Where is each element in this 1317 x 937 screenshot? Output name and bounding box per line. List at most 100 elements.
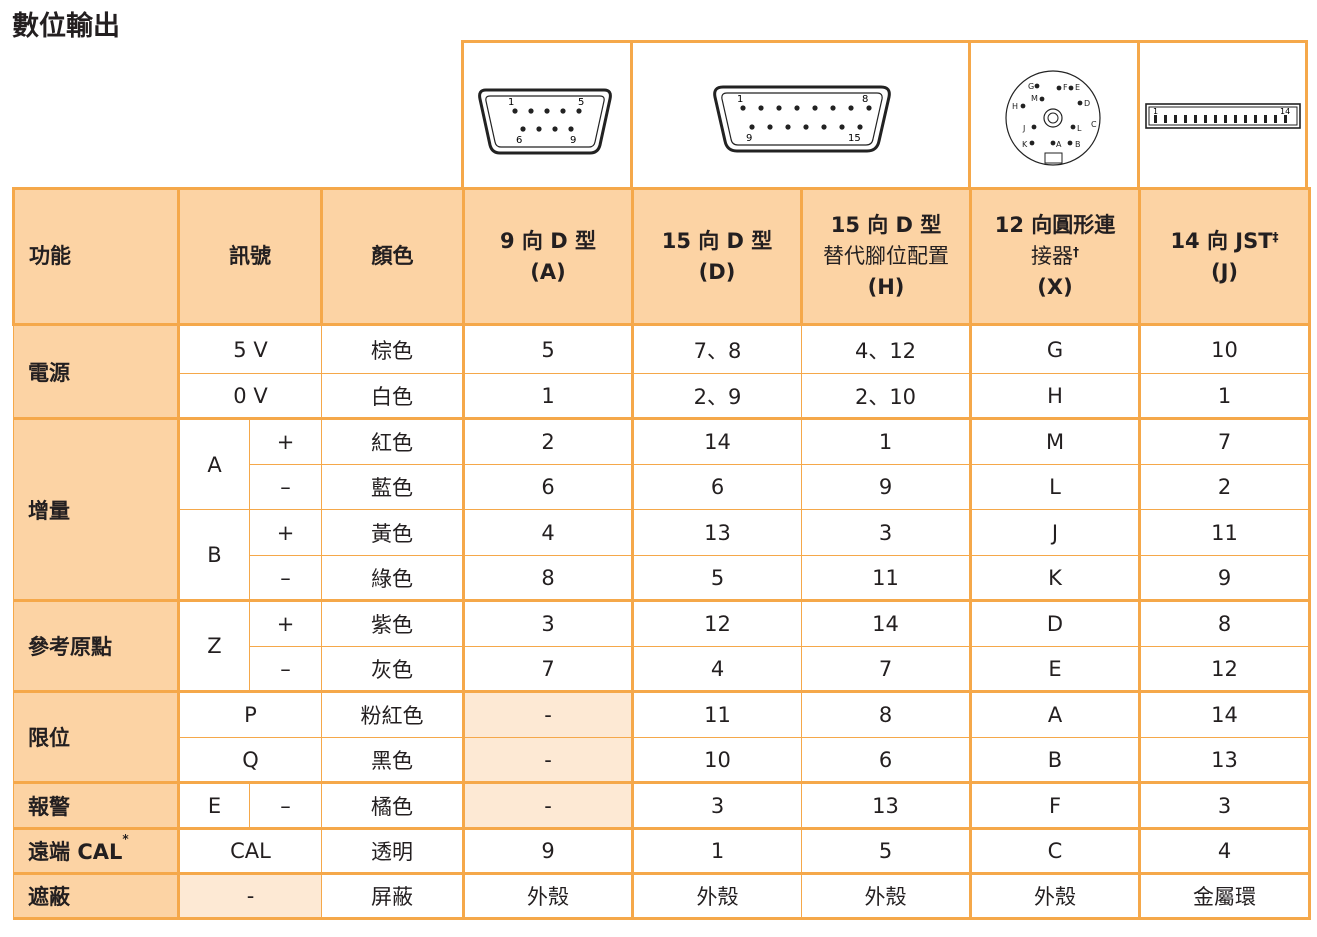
pin-h-cell: 1: [801, 417, 972, 465]
pin-a-cell: -: [463, 737, 634, 783]
connector-a-pin9: 9: [570, 135, 576, 146]
pin-a-cell: 3: [463, 599, 634, 647]
func-remote-cal-bold: CAL: [77, 840, 123, 864]
polarity-cell: +: [249, 417, 322, 465]
pin-j-cell: 金屬環: [1139, 872, 1311, 920]
connector-a-illustration: 1 5 6 9: [461, 40, 633, 187]
table-row: 遮蔽 - 屏蔽 外殼 外殼 外殼 外殼 金屬環: [13, 872, 1311, 920]
header-col-d-line1: 15 向 D 型: [661, 228, 773, 253]
connector-d-illustration: 1 8 9 15: [630, 40, 971, 187]
color-cell: 透明: [321, 827, 465, 874]
connector-d-pin1: 1: [737, 94, 743, 105]
pin-a-cell: 外殼: [463, 872, 634, 920]
pin-d-cell: 2、9: [632, 373, 802, 419]
connector-x-illustration: G F E M D H L C J K A B: [968, 40, 1140, 187]
pin-a-cell: 5: [463, 323, 634, 374]
connector-x-pin-e: E: [1075, 83, 1080, 92]
pin-x-cell: B: [970, 737, 1141, 783]
func-remote-cal-label: 遠端: [28, 840, 78, 864]
table-row: Q 黑色 - 10 6 B 13: [14, 737, 1311, 783]
pin-j-cell: 8: [1139, 599, 1311, 647]
connector-d-pin9: 9: [746, 133, 752, 144]
pin-x-cell: 外殼: [970, 872, 1141, 920]
polarity-cell: –: [249, 781, 322, 829]
polarity-cell: –: [249, 555, 322, 601]
connector-j-illustration: 1 14: [1137, 40, 1308, 187]
signal-cell: 0 V: [178, 373, 322, 419]
connector-a-pin5: 5: [578, 97, 584, 108]
pin-a-cell: 8: [463, 555, 634, 601]
header-col-j-line1: 14 向 JST: [1170, 228, 1273, 253]
func-alarm: 報警: [13, 781, 180, 829]
func-power: 電源: [13, 323, 180, 419]
polarity-cell: +: [249, 599, 322, 647]
table-row: 電源 5 V 棕色 5 7、8 4、12 G 10: [13, 323, 1311, 419]
pin-h-cell: 4、12: [801, 323, 972, 374]
connector-d-pin8: 8: [862, 94, 868, 105]
color-cell: 棕色: [321, 323, 465, 374]
header-col-j: 14 向 JST‡ (J): [1138, 187, 1311, 326]
pin-j-cell: 13: [1139, 737, 1311, 783]
pin-d-cell: 14: [632, 417, 802, 465]
signal-cell: CAL: [178, 827, 322, 874]
connector-x-pin-h: H: [1012, 102, 1018, 111]
pin-a-cell: 6: [463, 464, 634, 510]
group-z: Z: [178, 599, 250, 692]
color-cell: 粉紅色: [321, 690, 465, 738]
polarity-cell: +: [249, 509, 322, 556]
connector-x-pin-j: J: [1022, 124, 1025, 133]
pin-h-cell: 9: [801, 464, 972, 510]
pin-j-cell: 3: [1139, 781, 1311, 829]
signal-cell: 5 V: [178, 323, 322, 374]
connector-x-pin-k: K: [1022, 140, 1028, 149]
connector-a-pin1: 1: [508, 97, 514, 108]
signal-cell: P: [178, 690, 322, 738]
func-remote-cal-asterisk: *: [122, 832, 129, 846]
connector-a-pin6: 6: [516, 135, 522, 146]
pin-h-cell: 13: [801, 781, 972, 829]
connector-j-pin14: 14: [1280, 107, 1290, 116]
pin-x-cell: A: [970, 690, 1141, 738]
polarity-cell: –: [249, 464, 322, 510]
color-cell: 灰色: [321, 646, 465, 692]
color-cell: 白色: [321, 373, 465, 419]
header-col-x-line3: (X): [1037, 275, 1073, 299]
signal-cell: -: [178, 872, 322, 920]
connector-x-pin-g: G: [1028, 82, 1034, 91]
pin-d-cell: 11: [632, 690, 802, 738]
func-remote-cal: 遠端 CAL*: [13, 827, 180, 874]
connector-x-pin-l: L: [1077, 124, 1082, 133]
header-col-d: 15 向 D 型 (D): [631, 187, 803, 326]
group-b: B: [178, 509, 250, 601]
pin-h-cell: 11: [801, 555, 972, 601]
pin-h-cell: 2、10: [801, 373, 972, 419]
connector-x-pin-m: M: [1031, 94, 1038, 103]
header-col-x: 12 向圓形連 接器† (X): [969, 187, 1141, 326]
pin-x-cell: K: [970, 555, 1141, 601]
color-cell: 藍色: [321, 464, 465, 510]
func-shield: 遮蔽: [13, 872, 180, 920]
table-row: B + 黃色 4 13 3 J 11: [14, 509, 1311, 601]
pin-d-cell: 3: [632, 781, 802, 829]
table-row: 遠端 CAL* CAL 透明 9 1 5 C 4: [13, 827, 1311, 874]
header-col-h: 15 向 D 型 替代腳位配置 (H): [800, 187, 972, 326]
pin-j-cell: 9: [1139, 555, 1311, 601]
pin-j-cell: 10: [1139, 323, 1311, 374]
table-row: 參考原點 Z + 紫色 3 12 14 D 8: [13, 599, 1311, 692]
pin-h-cell: 5: [801, 827, 972, 874]
pin-h-cell: 7: [801, 646, 972, 692]
header-col-j-line2: (J): [1210, 259, 1238, 284]
pin-d-cell: 1: [632, 827, 802, 874]
connector-x-pin-a: A: [1056, 140, 1062, 149]
pin-d-cell: 外殼: [632, 872, 802, 920]
header-col-x-line2: 接器: [1031, 244, 1073, 268]
connector-x-pin-c: C: [1091, 120, 1097, 129]
table-row: 0 V 白色 1 2、9 2、10 H 1: [14, 373, 1311, 419]
header-signal: 訊號: [177, 187, 323, 326]
pin-d-cell: 7、8: [632, 323, 802, 374]
pin-d-cell: 13: [632, 509, 802, 556]
group-a: A: [178, 417, 250, 510]
header-row: 功能 訊號 顏色 9 向 D 型 (A) 15 向 D 型 (D) 15 向 D…: [12, 187, 1311, 326]
color-cell: 黃色: [321, 509, 465, 556]
func-limit: 限位: [13, 690, 180, 783]
